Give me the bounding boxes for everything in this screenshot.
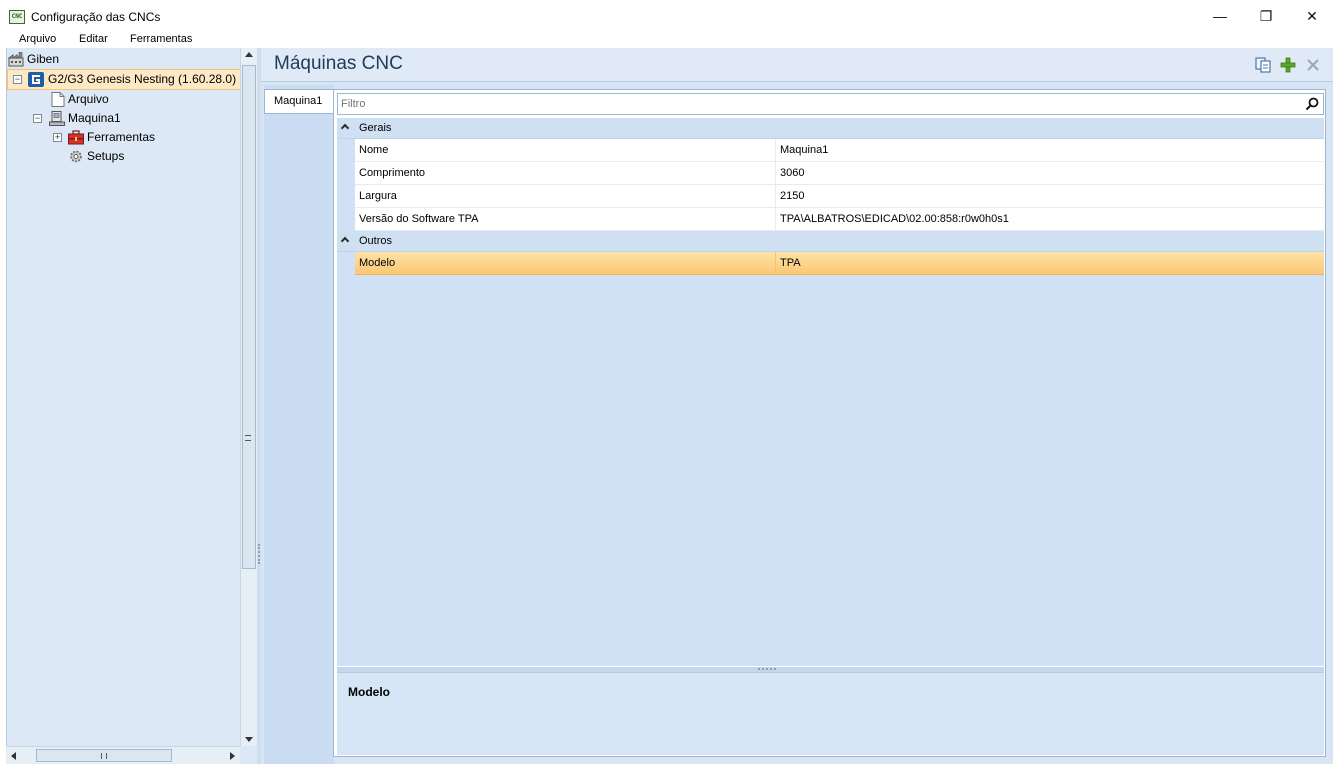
tree-item-product[interactable]: − G2/G3 Genesis Nesting (1.60.28.0): [7, 69, 241, 90]
tree-label-setups: Setups: [87, 149, 125, 163]
menu-bar: Arquivo Editar Ferramentas: [0, 32, 1339, 48]
property-row-largura[interactable]: Largura 2150: [355, 185, 1324, 208]
expand-icon[interactable]: +: [53, 133, 62, 142]
delete-icon[interactable]: [1304, 56, 1322, 74]
machine-icon: [49, 111, 65, 126]
column-divider: [775, 162, 776, 185]
category-label: Outros: [359, 235, 393, 247]
property-grid: Gerais Nome Maquina1 Comprimento 3060 La…: [337, 118, 1324, 666]
genesis-logo-icon: [28, 72, 44, 87]
property-value[interactable]: TPA: [780, 257, 801, 269]
property-value[interactable]: 3060: [780, 167, 804, 179]
collapse-icon[interactable]: −: [33, 114, 42, 123]
column-divider: [775, 185, 776, 208]
column-divider: [775, 252, 776, 275]
property-name: Nome: [359, 144, 389, 156]
filter-input[interactable]: [341, 95, 1281, 113]
tree-item-maquina[interactable]: − Maquina1: [7, 109, 237, 128]
content-header: Máquinas CNC: [261, 48, 1333, 82]
property-row-nome[interactable]: Nome Maquina1: [355, 139, 1324, 162]
close-button[interactable]: ✕: [1289, 0, 1335, 32]
tree-item-giben[interactable]: Giben: [7, 50, 241, 69]
category-outros[interactable]: Outros: [337, 231, 1324, 252]
document-icon: [51, 92, 65, 107]
tab-maquina1[interactable]: Maquina1: [264, 89, 333, 114]
scroll-thumb[interactable]: [242, 65, 256, 569]
scroll-down-icon[interactable]: [245, 737, 253, 742]
property-name: Largura: [359, 190, 397, 202]
description-title: Modelo: [348, 685, 390, 699]
tree-label-ferramentas: Ferramentas: [87, 130, 156, 144]
scroll-up-icon[interactable]: [245, 52, 253, 57]
menu-arquivo[interactable]: Arquivo: [17, 32, 58, 48]
property-row-comprimento[interactable]: Comprimento 3060: [355, 162, 1324, 185]
description-panel: Modelo: [337, 672, 1324, 755]
factory-icon: [8, 52, 24, 67]
property-row-modelo[interactable]: Modelo TPA: [355, 252, 1324, 275]
window-title: Configuração das CNCs: [31, 10, 161, 24]
grip-icon: [101, 753, 107, 759]
scroll-thumb[interactable]: [36, 749, 172, 762]
content-pane: Máquinas CNC Maquina1 Filtro Gerais Nome…: [261, 48, 1333, 764]
property-name: Comprimento: [359, 167, 426, 179]
gear-icon: [70, 150, 82, 163]
collapse-icon[interactable]: −: [13, 75, 22, 84]
scrollbar-corner: [240, 746, 257, 764]
property-value[interactable]: TPA\ALBATROS\EDICAD\02.00:858:r0w0h0s1: [780, 213, 1009, 225]
tree-label-maquina: Maquina1: [68, 111, 121, 125]
column-divider: [775, 139, 776, 162]
grip-icon: [245, 435, 251, 441]
vertical-tab-strip: [264, 85, 334, 764]
tree-item-ferramentas[interactable]: + Ferramentas: [7, 128, 237, 147]
copy-icon[interactable]: [1254, 56, 1272, 74]
page-title: Máquinas CNC: [274, 53, 403, 74]
title-bar: CNC Configuração das CNCs — ❐ ✕: [0, 0, 1339, 32]
property-value[interactable]: 2150: [780, 190, 804, 202]
minimize-button[interactable]: —: [1197, 0, 1243, 32]
tree-pane: Giben − G2/G3 Genesis Nesting (1.60.28.0…: [6, 48, 257, 764]
tree-item-arquivo[interactable]: Arquivo: [47, 90, 237, 109]
property-name: Versão do Software TPA: [359, 213, 479, 225]
add-icon[interactable]: [1279, 56, 1297, 74]
property-row-versao[interactable]: Versão do Software TPA TPA\ALBATROS\EDIC…: [355, 208, 1324, 231]
tree-horizontal-scrollbar[interactable]: [6, 746, 240, 764]
menu-editar[interactable]: Editar: [77, 32, 110, 48]
scroll-left-icon[interactable]: [11, 752, 16, 760]
tree-item-setups[interactable]: Setups: [7, 147, 237, 166]
app-icon: CNC: [9, 10, 25, 24]
splitter-grip-icon: [258, 544, 260, 564]
collapse-chevron-icon[interactable]: [340, 236, 350, 246]
category-gerais[interactable]: Gerais: [337, 118, 1324, 139]
tree-label-product: G2/G3 Genesis Nesting (1.60.28.0): [48, 72, 237, 86]
maximize-button[interactable]: ❐: [1243, 0, 1289, 32]
property-grid-panel: Gerais Nome Maquina1 Comprimento 3060 La…: [333, 89, 1326, 757]
property-value[interactable]: Maquina1: [780, 144, 828, 156]
collapse-chevron-icon[interactable]: [340, 123, 350, 133]
tree-label-arquivo: Arquivo: [68, 92, 109, 106]
column-divider: [775, 208, 776, 231]
filter-box: [337, 93, 1324, 115]
property-name: Modelo: [359, 257, 396, 269]
category-label: Gerais: [359, 122, 392, 134]
toolbox-icon: [68, 130, 84, 145]
search-icon[interactable]: [1305, 97, 1319, 111]
menu-ferramentas[interactable]: Ferramentas: [128, 32, 194, 48]
tree-label-giben: Giben: [27, 52, 60, 66]
splitter-grip-icon: [758, 668, 776, 670]
scroll-right-icon[interactable]: [230, 752, 235, 760]
tree-vertical-scrollbar[interactable]: [240, 48, 257, 746]
